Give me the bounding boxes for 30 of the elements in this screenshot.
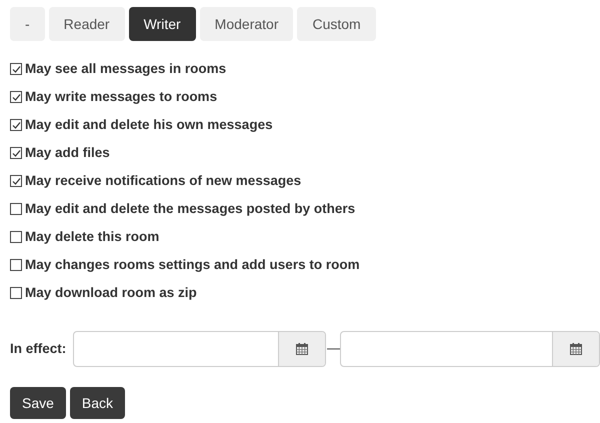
permission-label: May delete this room bbox=[25, 228, 160, 246]
permission-label: May add files bbox=[25, 144, 110, 162]
checkbox[interactable] bbox=[10, 203, 22, 215]
permission-label: May edit and delete his own messages bbox=[25, 116, 273, 134]
checkbox[interactable] bbox=[10, 63, 22, 75]
permission-label: May see all messages in rooms bbox=[25, 60, 226, 78]
back-button[interactable]: Back bbox=[70, 387, 126, 419]
in-effect-label: In effect: bbox=[10, 340, 68, 358]
role-tab[interactable]: Moderator bbox=[200, 7, 294, 41]
calendar-icon bbox=[570, 343, 582, 355]
permission-label: May edit and delete the messages posted by others bbox=[25, 200, 356, 218]
permission-label: May receive notifications of new messages bbox=[25, 172, 302, 190]
checkbox[interactable] bbox=[10, 231, 22, 243]
checkbox[interactable] bbox=[10, 175, 22, 187]
checkbox[interactable] bbox=[10, 119, 22, 131]
date-field[interactable] bbox=[340, 331, 600, 367]
permission-label: May download room as zip bbox=[25, 284, 197, 302]
checkbox[interactable] bbox=[10, 259, 22, 271]
calendar-icon bbox=[296, 343, 308, 355]
role-tab[interactable]: Custom bbox=[297, 7, 376, 41]
date-field[interactable] bbox=[73, 331, 326, 367]
role-tab[interactable]: - bbox=[10, 7, 45, 41]
role-tab[interactable]: Writer bbox=[128, 7, 196, 41]
permission-label: May changes rooms settings and add users to room bbox=[25, 256, 360, 274]
checkbox[interactable] bbox=[10, 287, 22, 299]
save-button[interactable]: Save bbox=[10, 387, 66, 419]
role-tab[interactable]: Reader bbox=[48, 7, 125, 41]
checkbox[interactable] bbox=[10, 147, 22, 159]
permission-label: May write messages to rooms bbox=[25, 88, 218, 106]
checkbox[interactable] bbox=[10, 91, 22, 103]
